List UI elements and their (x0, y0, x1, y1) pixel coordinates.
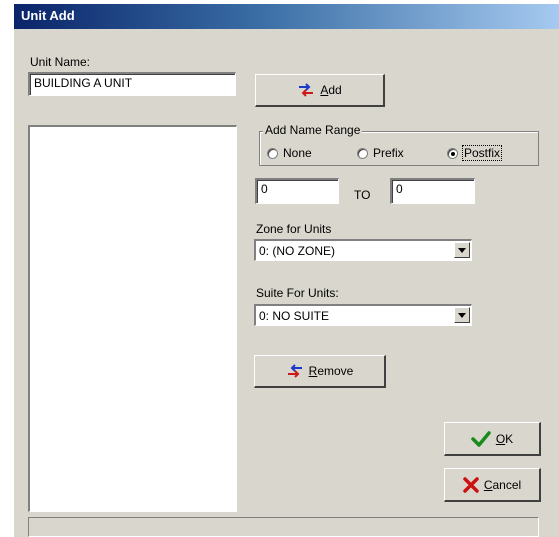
cancel-button-label: Cancel (483, 477, 522, 492)
zone-label: Zone for Units (256, 222, 332, 236)
remove-button[interactable]: Remove (254, 355, 386, 388)
radio-prefix-label: Prefix (373, 146, 404, 160)
ok-button[interactable]: OK (444, 422, 541, 456)
checkmark-icon (471, 430, 491, 447)
ok-button-label: OK (495, 431, 514, 446)
chevron-down-icon[interactable] (454, 242, 470, 258)
radio-none[interactable]: None (267, 146, 312, 160)
suite-select-value: 0: NO SUITE (259, 309, 330, 323)
x-icon (463, 476, 479, 493)
window-title: Unit Add (21, 8, 75, 23)
zone-select-value: 0: (NO ZONE) (259, 244, 336, 258)
unit-name-input[interactable]: BUILDING A UNIT (28, 72, 236, 96)
radio-none-circle (267, 147, 278, 159)
range-to-label: TO (354, 188, 371, 202)
suite-label: Suite For Units: (256, 286, 339, 300)
radio-prefix-circle (357, 147, 368, 159)
cancel-button[interactable]: Cancel (444, 468, 541, 502)
status-bar (28, 517, 539, 537)
add-arrows-icon (297, 83, 315, 97)
range-from-input[interactable]: 0 (255, 178, 339, 204)
unit-add-dialog: Unit Add Unit Name: BUILDING A UNIT Add … (13, 3, 559, 537)
radio-postfix-label: Postfix (461, 145, 503, 161)
radio-postfix[interactable]: Postfix (447, 145, 503, 161)
zone-select[interactable]: 0: (NO ZONE) (254, 239, 472, 261)
radio-none-label: None (283, 146, 312, 160)
unit-list[interactable] (28, 125, 237, 512)
range-to-input[interactable]: 0 (390, 178, 475, 204)
suite-select[interactable]: 0: NO SUITE (254, 304, 472, 326)
add-button[interactable]: Add (255, 74, 385, 107)
name-range-legend: Add Name Range (263, 123, 363, 137)
add-button-label: Add (320, 83, 342, 97)
title-bar[interactable]: Unit Add (14, 4, 559, 29)
remove-button-label: Remove (308, 364, 354, 378)
chevron-down-icon[interactable] (454, 307, 470, 323)
radio-postfix-circle (447, 147, 458, 159)
remove-arrows-icon (286, 364, 304, 378)
radio-prefix[interactable]: Prefix (357, 146, 404, 160)
unit-name-label: Unit Name: (30, 55, 91, 69)
